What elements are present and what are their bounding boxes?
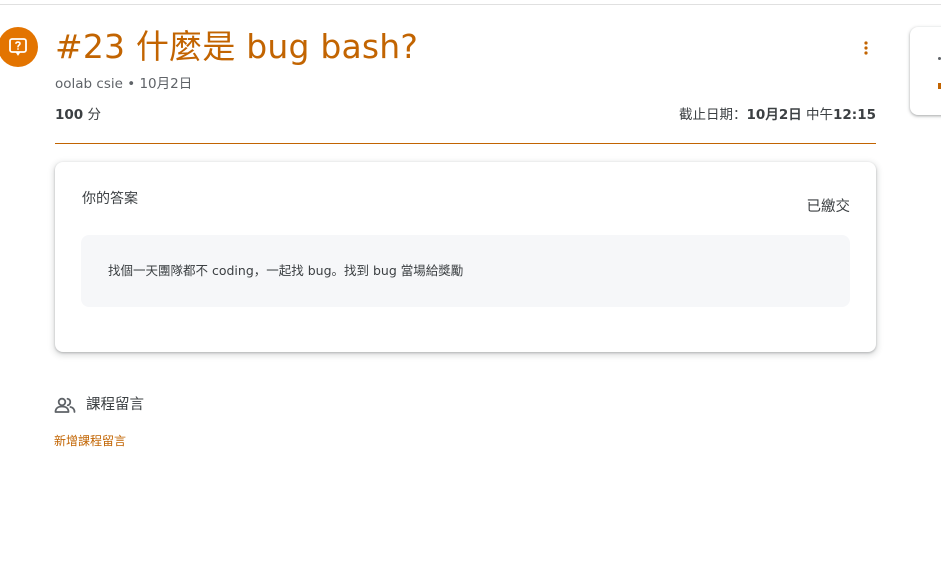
more-vert-icon: [864, 41, 868, 55]
side-panel-card[interactable]: [910, 27, 941, 115]
question-assignment-icon: [0, 27, 38, 67]
due-date: 截止日期：10月2日 中午12:15: [679, 105, 876, 125]
points-unit: 分: [83, 107, 101, 123]
class-comments-header: 課程留言: [54, 395, 144, 415]
answer-content-box: 找個一天團隊都不 coding，一起找 bug。找到 bug 當場給獎勵: [81, 235, 850, 307]
author-date: oolab csie • 10月2日: [55, 76, 193, 92]
page-title: #23 什麼是 bug bash?: [55, 27, 419, 66]
top-divider: [0, 4, 941, 5]
submission-status: 已繳交: [806, 199, 851, 215]
more-options-button[interactable]: [852, 34, 880, 62]
header-divider: [55, 143, 876, 144]
class-comments-label: 課程留言: [86, 397, 144, 413]
due-label: 截止日期：: [679, 107, 747, 123]
due-period: 中午: [801, 107, 834, 123]
points: 100 分: [55, 105, 101, 125]
points-value: 100: [55, 107, 84, 123]
due-time: 12:15: [833, 107, 876, 123]
people-icon: [54, 397, 76, 413]
due-date-value: 10月2日: [746, 107, 802, 123]
answer-text: 找個一天團隊都不 coding，一起找 bug。找到 bug 當場給獎勵: [108, 263, 464, 278]
answer-card: 你的答案 已繳交 找個一天團隊都不 coding，一起找 bug。找到 bug …: [55, 162, 876, 352]
add-class-comment-link[interactable]: 新增課程留言: [54, 432, 126, 450]
answer-title: 你的答案: [82, 191, 138, 207]
